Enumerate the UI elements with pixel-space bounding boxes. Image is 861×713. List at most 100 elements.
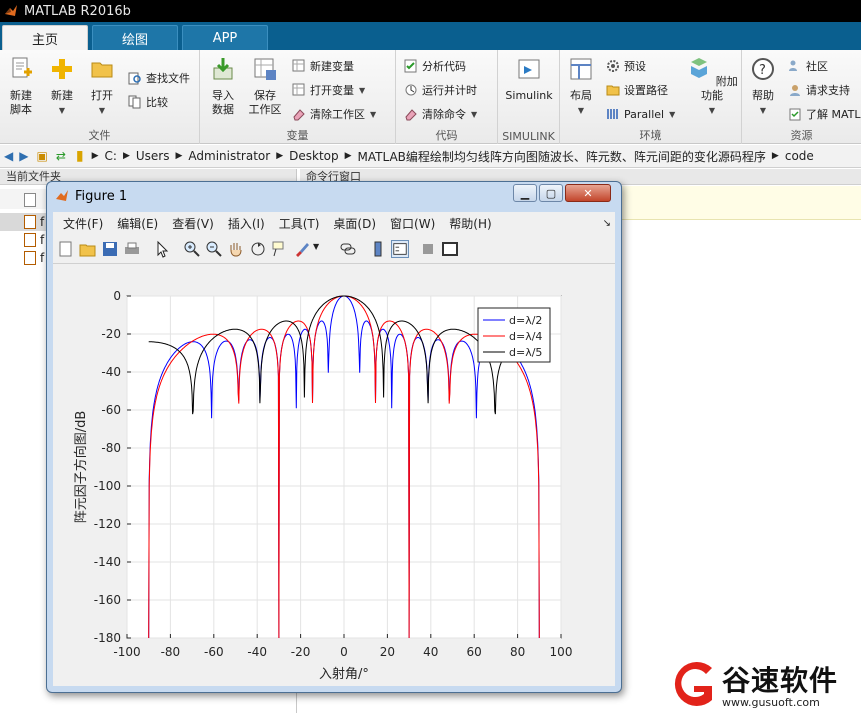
new-button[interactable]: 新建 ▼	[46, 56, 78, 118]
data-cursor-icon[interactable]	[271, 240, 289, 258]
open-variable-button[interactable]: 打开变量 ▼	[292, 80, 365, 100]
set-path-button[interactable]: 设置路径	[606, 80, 668, 100]
x-tick-label: 100	[550, 645, 573, 659]
zoom-out-icon[interactable]	[205, 240, 223, 258]
community-icon	[789, 60, 797, 71]
menu-tools[interactable]: 工具(T)	[279, 215, 320, 232]
polar-pattern-chart[interactable]: -100 -80 -60 -40 -20 0 20 40 60 80 100 0 -20 -40 -60 -8…	[53, 264, 615, 686]
figure-title-bar[interactable]: Figure 1 ▁ ▢ ✕	[47, 182, 621, 210]
figure-window[interactable]: Figure 1 ▁ ▢ ✕ 文件(F) 编辑(E) 查看(V) 插入(I) 工…	[46, 181, 622, 693]
up-folder-icon[interactable]: ▣	[36, 149, 47, 163]
parallel-button[interactable]: Parallel ▼	[606, 104, 675, 124]
save-workspace-button[interactable]: 保存 工作区	[246, 56, 284, 117]
print-icon[interactable]	[123, 240, 141, 258]
add-ons-button[interactable]: 附加功能 ▼	[686, 56, 738, 118]
save-icon[interactable]	[101, 240, 119, 258]
chevron-right-icon: ▶	[771, 151, 779, 161]
breadcrumb[interactable]: C:	[105, 149, 117, 163]
run-and-time-icon	[405, 84, 417, 96]
breadcrumb[interactable]: Desktop	[289, 149, 339, 163]
maximize-button[interactable]: ▢	[539, 184, 563, 202]
figure-canvas[interactable]: -100 -80 -60 -40 -20 0 20 40 60 80 100 0 -20 -40 -60 -8…	[53, 264, 615, 686]
clear-commands-button[interactable]: 清除命令 ▼	[404, 104, 477, 124]
new-script-button[interactable]: 新建 脚本	[4, 56, 38, 117]
legend[interactable]: d=λ/2 d=λ/4 d=λ/5	[477, 307, 551, 363]
x-axis-label: 入射角/°	[319, 666, 369, 682]
open-icon[interactable]	[79, 240, 97, 258]
menu-edit[interactable]: 编辑(E)	[117, 215, 158, 232]
watermark: 谷速软件 www.gusuoft.com	[662, 658, 861, 713]
menu-desktop[interactable]: 桌面(D)	[333, 215, 376, 232]
forward-icon[interactable]: ▶	[19, 149, 28, 163]
back-icon[interactable]: ◀	[4, 149, 13, 163]
clear-workspace-button[interactable]: 清除工作区 ▼	[292, 104, 376, 124]
section-caption: 资源	[790, 129, 813, 142]
zoom-in-icon[interactable]	[183, 240, 201, 258]
folder-icon	[606, 85, 620, 96]
analyze-code-icon	[404, 59, 417, 73]
x-tick-label: 80	[510, 645, 525, 659]
layout-button[interactable]: 布局 ▼	[564, 56, 598, 118]
y-tick-label: -100	[94, 479, 121, 493]
chevron-down-icon: ▼	[669, 110, 676, 119]
breadcrumb[interactable]: code	[785, 149, 814, 163]
breadcrumb[interactable]: Administrator	[188, 149, 270, 163]
simulink-button[interactable]: Simulink	[502, 56, 556, 103]
preferences-button[interactable]: 预设	[606, 56, 646, 76]
colorbar-icon[interactable]	[369, 240, 387, 258]
ribbon-section-variable: 导入 数据 保存 工作区 新建变量 打开变量 ▼ 清除工作区 ▼ 变量	[200, 50, 396, 144]
y-tick-label: -40	[101, 365, 121, 379]
open-button[interactable]: 打开 ▼	[86, 56, 118, 118]
file-name: f	[40, 233, 45, 247]
section-caption: 变量	[286, 129, 309, 142]
request-support-button[interactable]: 请求支持	[788, 80, 850, 100]
dock-arrow-icon[interactable]: ↘	[603, 218, 611, 229]
compare-button[interactable]: 比较	[128, 92, 168, 112]
menu-help[interactable]: 帮助(H)	[449, 215, 491, 232]
chevron-down-icon[interactable]: ▼	[313, 242, 319, 251]
new-variable-button[interactable]: 新建变量	[292, 56, 354, 76]
legend-icon[interactable]	[391, 240, 409, 258]
m-file-icon	[24, 233, 36, 247]
pointer-icon[interactable]	[153, 240, 171, 258]
address-bar[interactable]: ◀ ▶ ▣ ⇄ ▮ ▶ C: ▶ Users ▶ Administrator ▶ De…	[0, 145, 861, 168]
rotate-icon[interactable]	[249, 240, 267, 258]
help-button[interactable]: ? 帮助 ▼	[746, 56, 780, 118]
figure-title: Figure 1	[75, 188, 128, 204]
x-tick-label: -80	[161, 645, 181, 659]
menu-insert[interactable]: 插入(I)	[228, 215, 265, 232]
tab-apps[interactable]: APP	[182, 25, 268, 50]
link-icon[interactable]	[339, 240, 357, 258]
analyze-code-button[interactable]: 分析代码	[404, 56, 466, 76]
menu-file[interactable]: 文件(F)	[63, 215, 103, 232]
menu-view[interactable]: 查看(V)	[172, 215, 214, 232]
find-files-button[interactable]: 查找文件	[128, 68, 190, 88]
minimize-button[interactable]: ▁	[513, 184, 537, 202]
tab-plots[interactable]: 绘图	[92, 25, 178, 50]
folder-icon	[91, 62, 113, 78]
close-button[interactable]: ✕	[565, 184, 611, 202]
breadcrumb[interactable]: MATLAB编程绘制均匀线阵方向图随波长、阵元数、阵元间距的变化源码程序	[358, 148, 766, 165]
import-data-button[interactable]: 导入 数据	[206, 56, 240, 117]
new-figure-icon[interactable]	[57, 240, 75, 258]
show-tools-icon[interactable]	[441, 240, 459, 258]
menu-window[interactable]: 窗口(W)	[390, 215, 435, 232]
brush-icon[interactable]	[293, 240, 311, 258]
watermark-url: www.gusuoft.com	[722, 696, 820, 709]
matlab-logo-icon	[5, 5, 17, 16]
ribbon-section-environment: 布局 ▼ 预设 设置路径 Parallel ▼ 附加功能 ▼ 环境	[560, 50, 742, 144]
chevron-right-icon: ▶	[122, 151, 130, 161]
chevron-down-icon: ▼	[359, 86, 366, 95]
pan-icon[interactable]	[227, 240, 245, 258]
breadcrumb[interactable]: Users	[136, 149, 170, 163]
run-and-time-button[interactable]: 运行并计时	[404, 80, 477, 100]
y-tick-label: -180	[94, 631, 121, 645]
browse-icon[interactable]: ⇄	[56, 149, 66, 163]
ribbon-section-code: 分析代码 运行并计时 清除命令 ▼ 代码	[396, 50, 498, 144]
tab-home[interactable]: 主页	[2, 25, 88, 50]
legend-label: d=λ/5	[509, 346, 542, 359]
community-button[interactable]: 社区	[788, 56, 828, 76]
learn-matlab-button[interactable]: 了解 MATLAB	[788, 104, 861, 124]
hide-tools-icon[interactable]	[419, 240, 437, 258]
chevron-right-icon: ▶	[276, 151, 284, 161]
